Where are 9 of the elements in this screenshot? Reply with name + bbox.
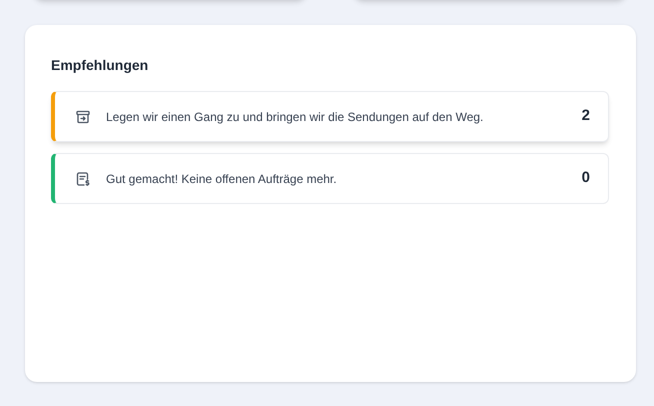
archive-box-icon	[75, 108, 91, 124]
count: 2	[582, 106, 590, 126]
count: 0	[582, 168, 590, 188]
recommendation-row[interactable]: Legen wir einen Gang zu und bringen wir die Sendungen auf den Weg. 2	[51, 91, 609, 142]
receipt-dollar-icon	[75, 170, 91, 186]
recommendation-text: Gut gemacht! Keine offenen Aufträge mehr.	[106, 170, 338, 188]
card-title: Empfehlungen	[51, 56, 150, 75]
recommendation-text: Legen wir einen Gang zu und bringen wir die Sendungen auf den Weg.	[106, 108, 484, 126]
recommendation-row[interactable]: Gut gemacht! Keine offenen Aufträge mehr. 0	[51, 153, 609, 204]
